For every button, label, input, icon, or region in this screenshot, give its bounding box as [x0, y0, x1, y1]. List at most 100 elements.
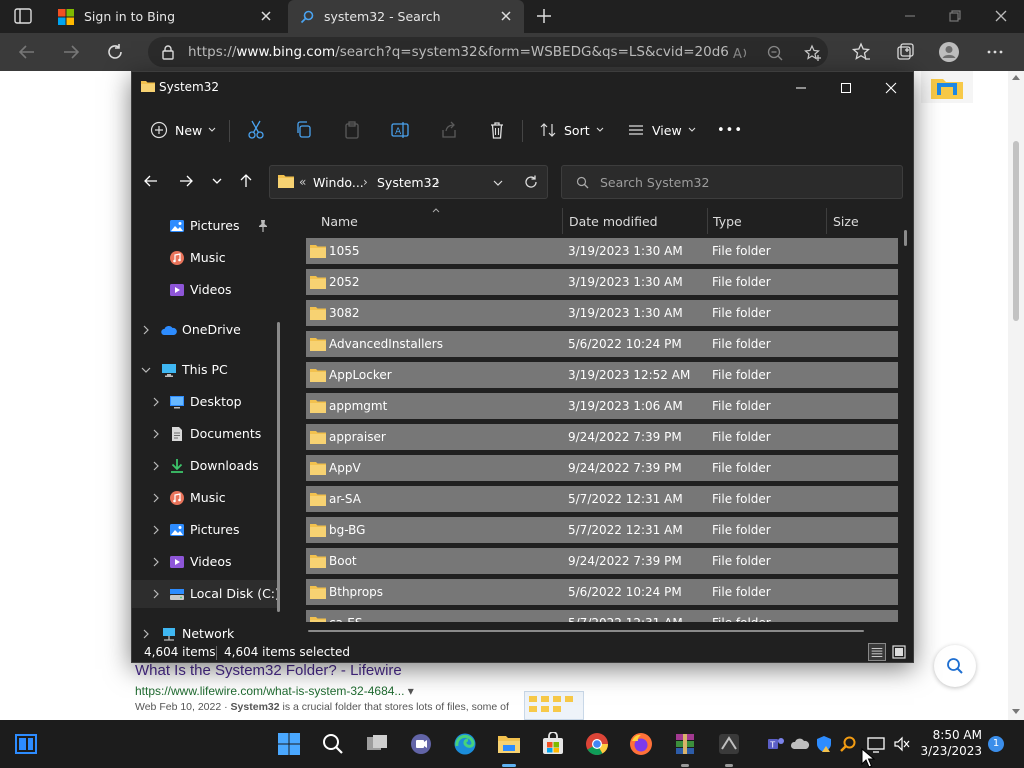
- chevron-right-icon[interactable]: [140, 628, 152, 640]
- tab-actions-icon[interactable]: [14, 8, 32, 24]
- explorer-search-box[interactable]: [561, 165, 903, 199]
- nav-item-pictures[interactable]: Pictures: [132, 516, 278, 544]
- firefox-taskbar-button[interactable]: [625, 728, 657, 760]
- file-row[interactable]: AppLocker 3/19/2023 12:52 AM File folder: [306, 362, 898, 388]
- delete-icon[interactable]: [487, 118, 507, 142]
- chevron-right-icon[interactable]: [150, 492, 162, 504]
- file-list-scrollbar[interactable]: [904, 230, 907, 246]
- file-row[interactable]: appmgmt 3/19/2023 1:06 AM File folder: [306, 393, 898, 419]
- up-icon[interactable]: [238, 173, 254, 189]
- app-taskbar-button[interactable]: [713, 728, 745, 767]
- nav-item-pictures[interactable]: Pictures: [132, 212, 278, 240]
- url-text[interactable]: https://www.bing.com/search?q=system32&f…: [188, 44, 728, 60]
- chevron-right-icon[interactable]: [150, 460, 162, 472]
- nav-item-documents[interactable]: Documents: [132, 420, 278, 448]
- nav-item-local-disk-c[interactable]: Local Disk (C:): [132, 580, 280, 608]
- chevron-right-icon[interactable]: [140, 324, 152, 336]
- forward-icon[interactable]: [60, 41, 82, 63]
- taskbar-search-button[interactable]: [317, 728, 349, 760]
- view-button[interactable]: View: [627, 118, 696, 142]
- restore-icon[interactable]: [945, 6, 965, 26]
- edge-taskbar-button[interactable]: [449, 728, 481, 760]
- floating-search-button[interactable]: [934, 645, 976, 687]
- search-result-url[interactable]: https://www.lifewire.com/what-is-system-…: [135, 684, 414, 698]
- file-row[interactable]: 1055 3/19/2023 1:30 AM File folder: [306, 238, 898, 264]
- copy-icon[interactable]: [294, 118, 314, 142]
- file-row[interactable]: AppV 9/24/2022 7:39 PM File folder: [306, 455, 898, 481]
- tab-sign-in-to-bing[interactable]: Sign in to Bing: [46, 0, 284, 33]
- explorer-title-bar[interactable]: System32: [132, 72, 913, 104]
- column-divider[interactable]: [707, 208, 708, 234]
- chevron-down-icon[interactable]: [140, 364, 152, 376]
- chevron-right-icon[interactable]: [150, 556, 162, 568]
- file-row[interactable]: Bthprops 5/6/2022 10:24 PM File folder: [306, 579, 898, 605]
- refresh-icon[interactable]: [523, 174, 539, 190]
- scroll-up-arrow[interactable]: [1012, 75, 1020, 80]
- nav-item-videos[interactable]: Videos: [132, 548, 278, 576]
- file-row[interactable]: Boot 9/24/2022 7:39 PM File folder: [306, 548, 898, 574]
- refresh-icon[interactable]: [104, 41, 126, 63]
- teams-tray-icon[interactable]: T: [766, 734, 786, 754]
- winrar-taskbar-button[interactable]: [669, 728, 701, 767]
- nav-item-this-pc[interactable]: This PC: [132, 356, 278, 384]
- column-divider[interactable]: [826, 208, 827, 234]
- scroll-down-arrow[interactable]: [1012, 709, 1020, 714]
- chevron-down-icon[interactable]: [491, 176, 505, 190]
- security-tray-icon[interactable]: [814, 734, 834, 754]
- start-button[interactable]: [273, 728, 305, 760]
- column-name[interactable]: Name: [321, 214, 358, 229]
- volume-muted-icon[interactable]: [892, 734, 912, 754]
- search-result-title[interactable]: What Is the System32 Folder? - Lifewire: [135, 662, 402, 679]
- breadcrumb-segment-windows[interactable]: Windo...: [313, 175, 364, 190]
- close-window-icon[interactable]: [991, 6, 1011, 26]
- column-type[interactable]: Type: [713, 214, 742, 229]
- nav-item-downloads[interactable]: Downloads: [132, 452, 278, 480]
- column-size[interactable]: Size: [833, 214, 859, 229]
- file-row[interactable]: AdvancedInstallers 5/6/2022 10:24 PM File …: [306, 331, 898, 357]
- file-row[interactable]: ca-ES 5/7/2022 12:31 AM File folder: [306, 610, 898, 622]
- file-explorer-taskbar-button[interactable]: [493, 728, 525, 767]
- minimize-icon[interactable]: [789, 78, 813, 98]
- search-input[interactable]: [600, 173, 890, 191]
- file-row[interactable]: bg-BG 5/7/2022 12:31 AM File folder: [306, 517, 898, 543]
- chevron-right-icon[interactable]: [150, 524, 162, 536]
- close-tab-icon[interactable]: [498, 8, 514, 24]
- breadcrumb-separator[interactable]: ›: [435, 175, 440, 189]
- maximize-icon[interactable]: [834, 78, 858, 98]
- nav-item-desktop[interactable]: Desktop: [132, 388, 278, 416]
- large-icons-view-icon[interactable]: [890, 643, 908, 661]
- search-result-thumbnail[interactable]: [524, 691, 584, 720]
- nav-item-onedrive[interactable]: OneDrive: [132, 316, 278, 344]
- share-icon[interactable]: [439, 118, 459, 142]
- read-aloud-icon[interactable]: A: [732, 44, 750, 62]
- collections-icon[interactable]: [894, 41, 916, 63]
- settings-more-icon[interactable]: [984, 41, 1006, 63]
- details-view-icon[interactable]: [868, 643, 886, 661]
- close-window-icon[interactable]: [879, 78, 903, 98]
- column-date-modified[interactable]: Date modified: [569, 214, 658, 229]
- onedrive-tray-icon[interactable]: [790, 734, 810, 754]
- file-row[interactable]: ar-SA 5/7/2022 12:31 AM File folder: [306, 486, 898, 512]
- forward-icon[interactable]: [178, 173, 194, 189]
- horizontal-scrollbar[interactable]: [308, 630, 864, 632]
- nav-item-music[interactable]: Music: [132, 244, 278, 272]
- rename-icon[interactable]: A: [390, 118, 410, 142]
- page-scrollbar[interactable]: [1008, 71, 1024, 720]
- file-row[interactable]: 2052 3/19/2023 1:30 AM File folder: [306, 269, 898, 295]
- search-tray-icon[interactable]: [838, 734, 858, 754]
- new-tab-icon[interactable]: [534, 6, 554, 26]
- column-divider[interactable]: [562, 208, 563, 234]
- close-tab-icon[interactable]: [258, 8, 274, 24]
- add-favorite-icon[interactable]: [804, 44, 822, 62]
- file-row[interactable]: 3082 3/19/2023 1:30 AM File folder: [306, 300, 898, 326]
- address-bar[interactable]: https://www.bing.com/search?q=system32&f…: [148, 37, 828, 67]
- breadcrumb[interactable]: « Windo... › System32 ›: [269, 165, 548, 199]
- nav-pane-scrollbar[interactable]: [277, 322, 280, 612]
- store-taskbar-button[interactable]: [537, 728, 569, 760]
- recent-locations-icon[interactable]: [209, 173, 225, 189]
- favorites-icon[interactable]: [850, 41, 872, 63]
- breadcrumb-segment-system32[interactable]: System32: [377, 175, 440, 190]
- file-row[interactable]: appraiser 9/24/2022 7:39 PM File folder: [306, 424, 898, 450]
- scroll-thumb[interactable]: [1013, 141, 1019, 321]
- chevron-right-icon[interactable]: [150, 428, 162, 440]
